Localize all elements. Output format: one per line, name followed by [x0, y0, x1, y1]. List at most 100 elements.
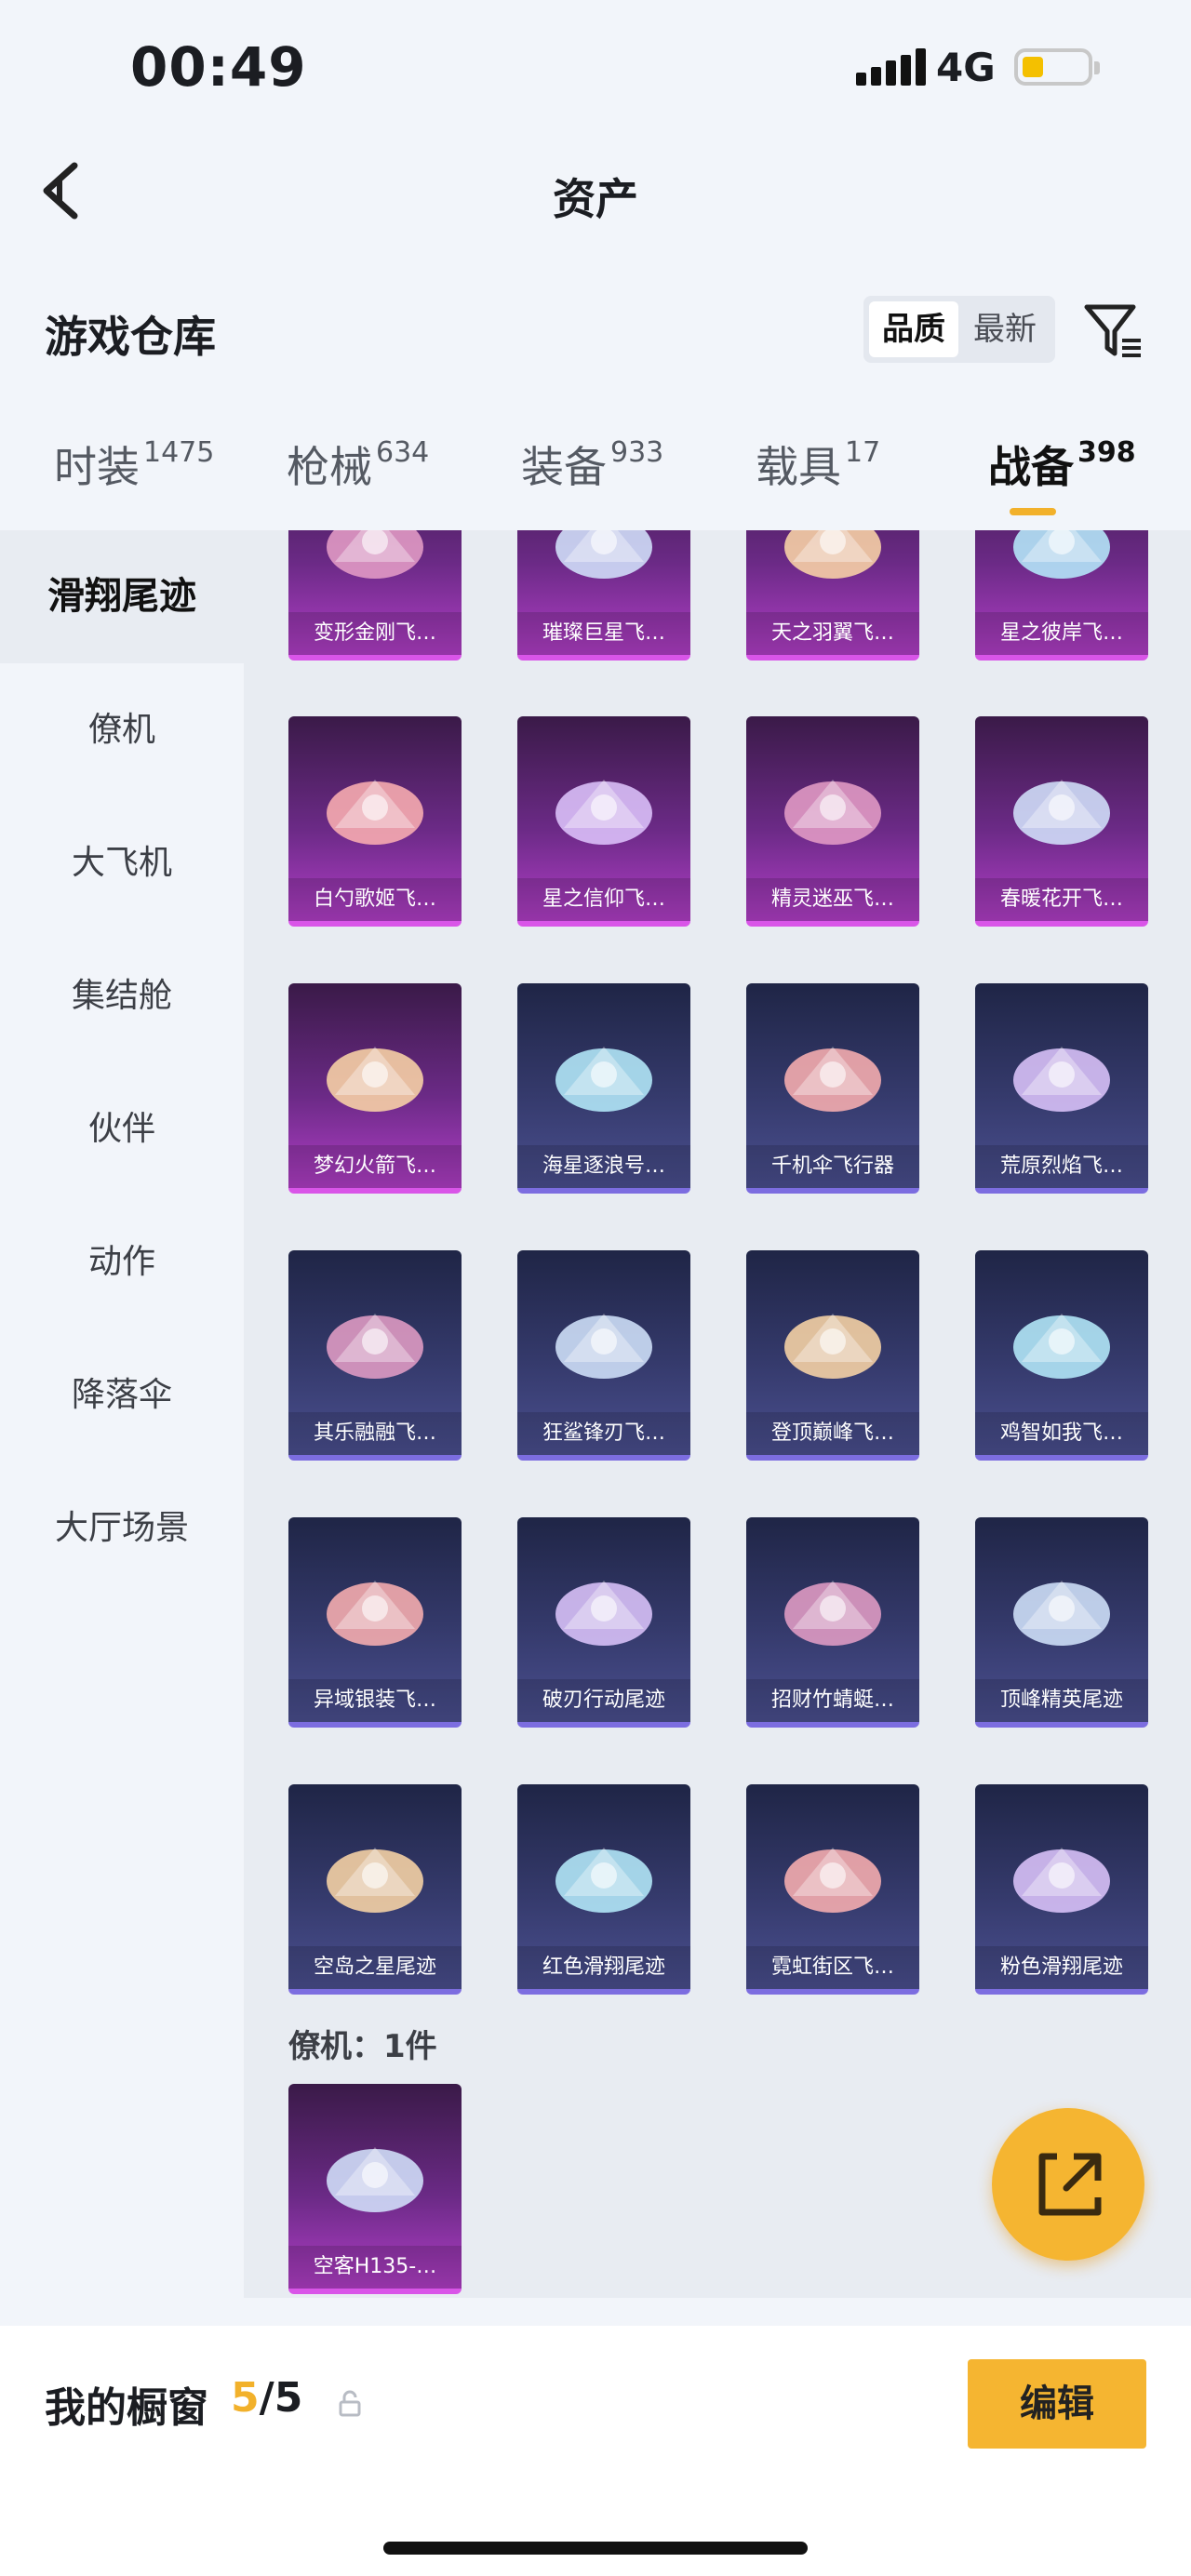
section-title: 游戏仓库	[45, 312, 216, 362]
item-card[interactable]: 其乐融融飞…	[288, 1250, 462, 1461]
item-thumbnail-icon	[327, 780, 423, 845]
item-thumbnail-icon	[327, 1581, 423, 1646]
item-card[interactable]: 星之信仰飞…	[517, 716, 690, 927]
item-card[interactable]: 梦幻火箭飞…	[288, 983, 462, 1194]
item-card[interactable]: 狂鲨锋刃飞…	[517, 1250, 690, 1461]
item-thumbnail-icon	[555, 1314, 652, 1379]
sidebar-item-companion[interactable]: 伙伴	[0, 1062, 244, 1195]
item-thumbnail-icon	[555, 1047, 652, 1112]
status-bar: 00:49 4G	[0, 0, 1191, 140]
item-thumbnail-icon	[555, 1848, 652, 1913]
item-name: 红色滑翔尾迹	[517, 1946, 690, 1989]
item-name: 狂鲨锋刃飞…	[517, 1412, 690, 1455]
item-name: 精灵迷巫飞…	[746, 878, 919, 921]
network-type: 4G	[936, 45, 996, 90]
item-thumbnail-icon	[1013, 1581, 1110, 1646]
item-thumbnail-icon	[555, 530, 652, 579]
item-name: 白勺歌姬飞…	[288, 878, 462, 921]
sidebar-item-glide-trail[interactable]: 滑翔尾迹	[0, 530, 244, 663]
item-card[interactable]: 变形金刚飞…	[288, 530, 462, 661]
tab-vehicles[interactable]: 载具 17	[756, 434, 880, 495]
bottom-bar: 我的橱窗 5/5 编辑	[0, 2326, 1191, 2576]
active-tab-indicator	[1010, 508, 1056, 515]
item-thumbnail-icon	[1013, 530, 1110, 579]
section-header: 游戏仓库 品质 最新	[0, 279, 1191, 381]
page-title: 资产	[553, 174, 638, 224]
item-card[interactable]: 粉色滑翔尾迹	[975, 1784, 1148, 1995]
showcase-label: 我的橱窗	[45, 2384, 208, 2432]
item-name: 空岛之星尾迹	[288, 1946, 462, 1989]
item-card[interactable]: 海星逐浪号…	[517, 983, 690, 1194]
showcase-count: 5/5	[231, 2374, 303, 2422]
item-name: 鸡智如我飞…	[975, 1412, 1148, 1455]
item-thumbnail-icon	[1013, 780, 1110, 845]
tab-fashion[interactable]: 时装 1475	[54, 434, 214, 495]
item-card[interactable]: 登顶巅峰飞…	[746, 1250, 919, 1461]
sidebar-item-emote[interactable]: 动作	[0, 1195, 244, 1328]
sidebar-item-wingman[interactable]: 僚机	[0, 663, 244, 796]
item-card[interactable]: 霓虹街区飞…	[746, 1784, 919, 1995]
item-card[interactable]: 空岛之星尾迹	[288, 1784, 462, 1995]
tab-equipment[interactable]: 装备 933	[521, 434, 663, 495]
item-card[interactable]: 鸡智如我飞…	[975, 1250, 1148, 1461]
group-label-wingman: 僚机：1件	[288, 2028, 437, 2065]
sidebar-item-parachute[interactable]: 降落伞	[0, 1328, 244, 1462]
item-card[interactable]: 顶峰精英尾迹	[975, 1517, 1148, 1728]
item-name: 星之彼岸飞…	[975, 612, 1148, 655]
lock-icon	[339, 2390, 361, 2417]
item-thumbnail-icon	[327, 1314, 423, 1379]
item-thumbnail-icon	[555, 780, 652, 845]
item-name: 荒原烈焰飞…	[975, 1145, 1148, 1188]
category-tabs: 时装 1475 枪械 634 装备 933 载具 17 战备 398	[0, 409, 1191, 530]
item-name: 登顶巅峰飞…	[746, 1412, 919, 1455]
sort-newest-button[interactable]: 最新	[960, 301, 1050, 357]
item-thumbnail-icon	[327, 530, 423, 579]
item-thumbnail-icon	[784, 1047, 881, 1112]
item-card[interactable]: 星之彼岸飞…	[975, 530, 1148, 661]
signal-icon	[856, 48, 926, 86]
sidebar-item-assembly-pod[interactable]: 集结舱	[0, 929, 244, 1062]
item-card[interactable]: 千机伞飞行器	[746, 983, 919, 1194]
share-icon	[1038, 2153, 1102, 2216]
item-card[interactable]: 天之羽翼飞…	[746, 530, 919, 661]
item-card[interactable]: 红色滑翔尾迹	[517, 1784, 690, 1995]
item-thumbnail-icon	[784, 1314, 881, 1379]
sidebar-item-lobby-scene[interactable]: 大厅场景	[0, 1462, 244, 1595]
item-card[interactable]: 精灵迷巫飞…	[746, 716, 919, 927]
item-card[interactable]: 璀璨巨星飞…	[517, 530, 690, 661]
item-thumbnail-icon	[784, 1581, 881, 1646]
item-card[interactable]: 荒原烈焰飞…	[975, 983, 1148, 1194]
item-name: 天之羽翼飞…	[746, 612, 919, 655]
item-card[interactable]: 异域银装飞…	[288, 1517, 462, 1728]
item-card[interactable]: 白勺歌姬飞…	[288, 716, 462, 927]
item-card[interactable]: 破刃行动尾迹	[517, 1517, 690, 1728]
item-thumbnail-icon	[1013, 1047, 1110, 1112]
clock: 00:49	[130, 35, 307, 99]
item-thumbnail-icon	[327, 1848, 423, 1913]
item-thumbnail-icon	[784, 780, 881, 845]
sort-toggle: 品质 最新	[863, 296, 1055, 363]
item-name: 顶峰精英尾迹	[975, 1679, 1148, 1722]
tab-weapons[interactable]: 枪械 634	[287, 434, 429, 495]
filter-button[interactable]	[1079, 296, 1146, 363]
item-name: 其乐融融飞…	[288, 1412, 462, 1455]
item-name: 变形金刚飞…	[288, 612, 462, 655]
nav-bar: 资产	[0, 140, 1191, 242]
item-card[interactable]: 春暖花开飞…	[975, 716, 1148, 927]
item-name: 粉色滑翔尾迹	[975, 1946, 1148, 1989]
item-thumbnail-icon	[784, 530, 881, 579]
filter-icon	[1084, 304, 1141, 357]
content-area: 滑翔尾迹 僚机 大飞机 集结舱 伙伴 动作 降落伞 大厅场景 僚机：1件 变形金…	[0, 530, 1191, 2298]
sidebar-item-big-plane[interactable]: 大飞机	[0, 796, 244, 929]
item-name: 空客H135-…	[288, 2246, 462, 2289]
tab-combat-gear[interactable]: 战备 398	[988, 434, 1136, 495]
edit-button[interactable]: 编辑	[968, 2359, 1146, 2449]
sort-quality-button[interactable]: 品质	[869, 301, 958, 357]
item-name: 梦幻火箭飞…	[288, 1145, 462, 1188]
item-name: 破刃行动尾迹	[517, 1679, 690, 1722]
item-thumbnail-icon	[555, 1581, 652, 1646]
share-button[interactable]	[992, 2108, 1144, 2261]
item-card[interactable]: 招财竹蜻蜓…	[746, 1517, 919, 1728]
item-card[interactable]: 空客H135-…	[288, 2084, 462, 2294]
item-name: 霓虹街区飞…	[746, 1946, 919, 1989]
